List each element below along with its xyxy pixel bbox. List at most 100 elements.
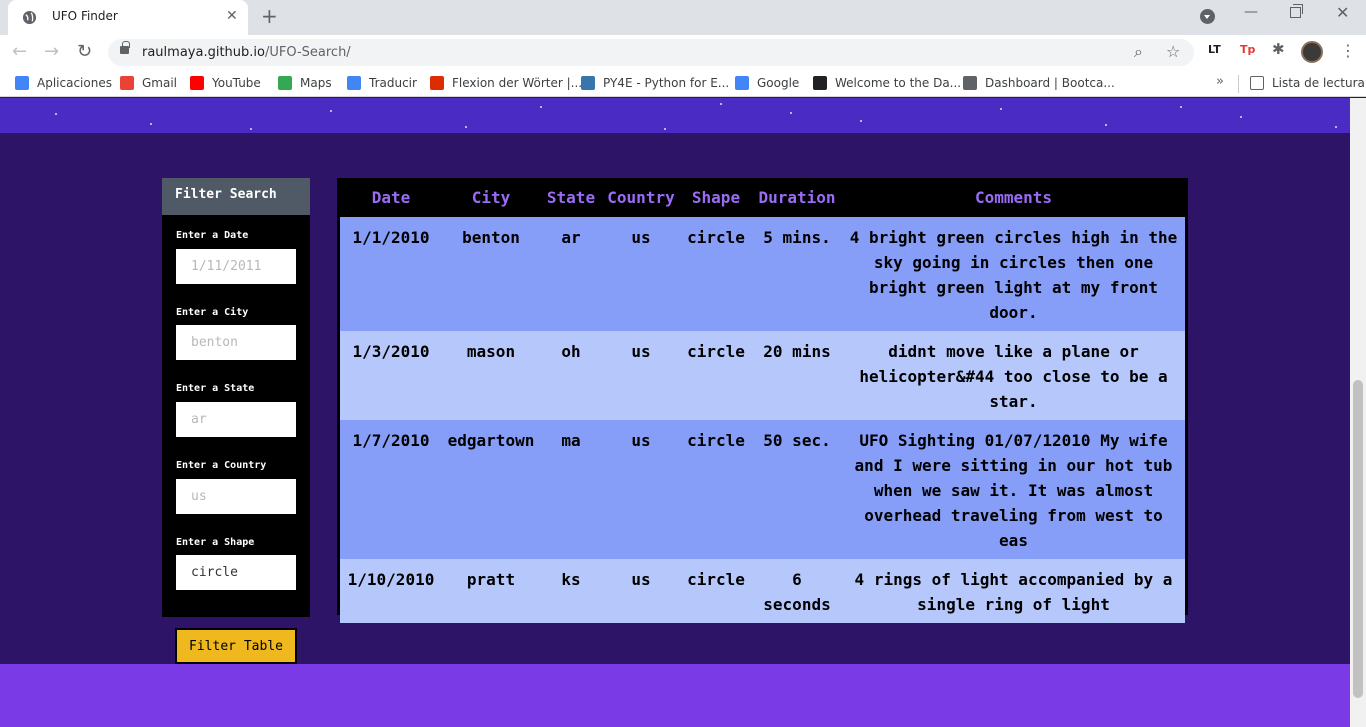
column-header[interactable]: Comments	[842, 178, 1185, 217]
reading-list[interactable]: Lista de lectura	[1250, 76, 1365, 90]
date-input[interactable]	[176, 249, 296, 284]
window-close-icon[interactable]: ✕	[1336, 3, 1349, 22]
table-cell: ma	[540, 420, 602, 559]
table-cell: 1/3/2010	[340, 331, 442, 420]
tab-search-icon[interactable]	[1200, 9, 1215, 24]
browser-tabstrip: UFO Finder ✕ + — ✕	[0, 0, 1366, 35]
zoom-icon[interactable]: ⌕	[1134, 42, 1143, 62]
table-cell: 1/1/2010	[340, 217, 442, 331]
ufo-table-container: Date City State Country Shape Duration Comment…	[337, 178, 1188, 623]
date-label: Enter a Date	[176, 230, 249, 241]
bookmark-item[interactable]: Maps	[278, 76, 332, 90]
star-dot	[465, 126, 467, 128]
youtube-icon	[190, 76, 204, 90]
bookmark-item[interactable]: YouTube	[190, 76, 261, 90]
bookmark-item[interactable]: Gmail	[120, 76, 177, 90]
column-header[interactable]: Duration	[752, 178, 842, 217]
globe-icon	[22, 10, 37, 25]
star-dot	[1105, 124, 1107, 126]
footer	[0, 664, 1350, 727]
address-bar[interactable]: raulmaya.github.io/UFO-Search/ ⌕ ☆	[108, 39, 1194, 66]
table-cell: ks	[540, 559, 602, 623]
table-cell: 4 rings of light accompanied by a single…	[842, 559, 1185, 623]
table-cell: pratt	[442, 559, 540, 623]
bookmark-item[interactable]: Google	[735, 76, 799, 90]
table-cell: 4 bright green circles high in the sky g…	[842, 217, 1185, 331]
state-label: Enter a State	[176, 383, 255, 394]
extensions-puzzle-icon[interactable]: ✱	[1272, 40, 1285, 58]
bookmark-label: Gmail	[142, 76, 178, 90]
shape-label: Enter a Shape	[176, 537, 255, 548]
table-cell: 1/10/2010	[340, 559, 442, 623]
star-dot	[860, 120, 862, 122]
country-input[interactable]	[176, 479, 296, 514]
filter-panel: Filter Search Enter a Date Enter a City …	[162, 178, 310, 617]
browser-tab[interactable]: UFO Finder ✕	[8, 0, 248, 35]
bookmark-item[interactable]: Flexion der Wörter |...	[430, 76, 582, 90]
ufo-table: Date City State Country Shape Duration Comment…	[340, 178, 1185, 623]
table-cell: 1/7/2010	[340, 420, 442, 559]
bookmark-label: Google	[757, 76, 800, 90]
table-cell: ar	[540, 217, 602, 331]
star-dot	[1335, 126, 1337, 128]
star-dot	[1240, 116, 1242, 118]
reading-list-icon	[1250, 76, 1264, 90]
back-icon[interactable]: ←	[12, 41, 27, 62]
table-row: 1/7/2010 edgartown ma us circle 50 sec. UFO Si…	[340, 420, 1185, 559]
table-cell: circle	[680, 420, 752, 559]
column-header[interactable]: Shape	[680, 178, 752, 217]
forward-icon[interactable]: →	[44, 41, 59, 62]
bookmark-item[interactable]: Traducir	[347, 76, 417, 90]
reload-icon[interactable]: ↻	[77, 41, 92, 62]
browser-toolbar: ← → ↻ raulmaya.github.io/UFO-Search/ ⌕ ☆…	[0, 35, 1366, 70]
page-content: Filter Search Enter a Date Enter a City …	[0, 98, 1350, 727]
table-cell: 5 mins.	[752, 217, 842, 331]
country-label: Enter a Country	[176, 460, 267, 471]
bookmark-item[interactable]: Dashboard | Bootca...	[963, 76, 1115, 90]
bookmark-label: Traducir	[369, 76, 417, 90]
translate-icon	[347, 76, 361, 90]
table-cell: circle	[680, 559, 752, 623]
table-row: 1/1/2010 benton ar us circle 5 mins. 4 bright …	[340, 217, 1185, 331]
city-label: Enter a City	[176, 307, 249, 318]
star-dot	[720, 103, 722, 105]
close-tab-icon[interactable]: ✕	[226, 8, 238, 24]
avatar[interactable]	[1301, 41, 1323, 63]
extension-lt-icon[interactable]: LT	[1208, 43, 1221, 56]
maps-pin-icon	[278, 76, 292, 90]
google-icon	[735, 76, 749, 90]
extension-tp-icon[interactable]: Tp	[1240, 43, 1255, 56]
bookmark-item[interactable]: PY4E - Python for E...	[581, 76, 729, 90]
table-cell: 6 seconds	[752, 559, 842, 623]
bookmark-item[interactable]: Aplicaciones	[15, 76, 112, 90]
scrollbar-thumb[interactable]	[1353, 380, 1363, 698]
star-dot	[1000, 108, 1002, 110]
restore-icon[interactable]	[1290, 4, 1303, 18]
table-cell: benton	[442, 217, 540, 331]
bookmark-item[interactable]: Welcome to the Da...	[813, 76, 961, 90]
menu-icon[interactable]: ⋮	[1340, 41, 1356, 60]
table-cell: didnt move like a plane or helicopter&#4…	[842, 331, 1185, 420]
column-header[interactable]: Date	[340, 178, 442, 217]
state-input[interactable]	[176, 402, 296, 437]
more-bookmarks-icon[interactable]: »	[1216, 74, 1224, 89]
minimize-icon[interactable]: —	[1244, 4, 1258, 20]
flag-icon	[430, 76, 444, 90]
bookmark-star-icon[interactable]: ☆	[1166, 42, 1180, 61]
tab-title: UFO Finder	[52, 9, 118, 23]
shape-input[interactable]	[176, 555, 296, 590]
new-tab-icon[interactable]: +	[261, 4, 278, 28]
city-input[interactable]	[176, 325, 296, 360]
table-cell: mason	[442, 331, 540, 420]
filter-table-button[interactable]: Filter Table	[175, 628, 297, 664]
table-cell: us	[602, 217, 680, 331]
table-cell: 20 mins	[752, 331, 842, 420]
page-scrollbar[interactable]	[1350, 98, 1366, 727]
column-header[interactable]: City	[442, 178, 540, 217]
table-cell: 50 sec.	[752, 420, 842, 559]
table-cell: us	[602, 331, 680, 420]
column-header[interactable]: Country	[602, 178, 680, 217]
bookmark-label: Aplicaciones	[37, 76, 112, 90]
table-cell: UFO Sighting 01/07/12010 My wife and I w…	[842, 420, 1185, 559]
column-header[interactable]: State	[540, 178, 602, 217]
